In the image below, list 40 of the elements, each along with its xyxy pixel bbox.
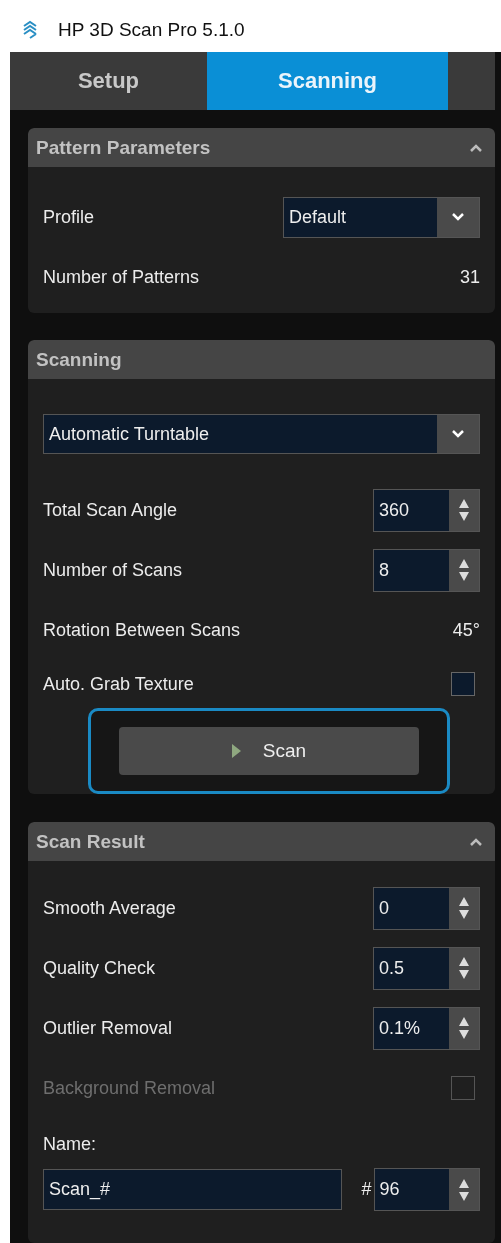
field-value: 45° [452, 619, 480, 641]
number-spinner[interactable]: 8 [373, 548, 480, 592]
up-down-arrows-icon [459, 956, 469, 980]
collapse-chevron-icon[interactable] [469, 142, 483, 153]
panel-title: Scan Result [36, 830, 145, 853]
number-spinner[interactable]: 0 [373, 886, 480, 930]
scan-button[interactable]: Scan [119, 727, 419, 775]
field-label: Smooth Average [43, 897, 176, 919]
field-label: Outlier Removal [43, 1017, 173, 1039]
number-spinner[interactable]: 0.5 [373, 946, 480, 990]
panel-title: Scanning [36, 348, 122, 371]
panel-title: Pattern Parameters [36, 136, 211, 159]
hash-sign: # [360, 1179, 373, 1200]
field-label: Profile [43, 206, 95, 228]
field-label: Rotation Between Scans [43, 619, 241, 641]
chevron-down-icon [452, 430, 464, 438]
field-label: Number of Scans [43, 559, 183, 581]
number-spinner[interactable]: 96 [373, 1168, 480, 1211]
up-down-arrows-icon [459, 1177, 469, 1202]
play-icon [231, 744, 241, 758]
field-label: Number of Patterns [43, 266, 200, 288]
name-input-field[interactable]: Scan_# [43, 1169, 342, 1210]
up-down-arrows-icon [459, 498, 469, 522]
checkbox[interactable] [451, 672, 475, 696]
profile-dropdown[interactable]: Default [283, 196, 480, 238]
up-down-arrows-icon [459, 1016, 469, 1040]
checkbox-label: Background Removal [43, 1077, 216, 1099]
field-label: Name: [43, 1132, 97, 1156]
field-value: 31 [459, 266, 480, 288]
field-label: Quality Check [43, 957, 156, 979]
checkbox-label: Auto. Grab Texture [43, 673, 194, 695]
up-down-arrows-icon [459, 896, 469, 920]
number-spinner[interactable]: 0.1% [373, 1006, 480, 1050]
number-spinner[interactable]: 360 [373, 488, 480, 532]
mode-dropdown[interactable]: Automatic Turntable [43, 414, 480, 454]
window-title: HP 3D Scan Pro 5.1.0 [58, 19, 245, 41]
collapse-chevron-icon[interactable] [469, 836, 483, 847]
up-down-arrows-icon [459, 558, 469, 582]
field-label: Total Scan Angle [43, 499, 178, 521]
chevron-down-icon [452, 213, 464, 221]
